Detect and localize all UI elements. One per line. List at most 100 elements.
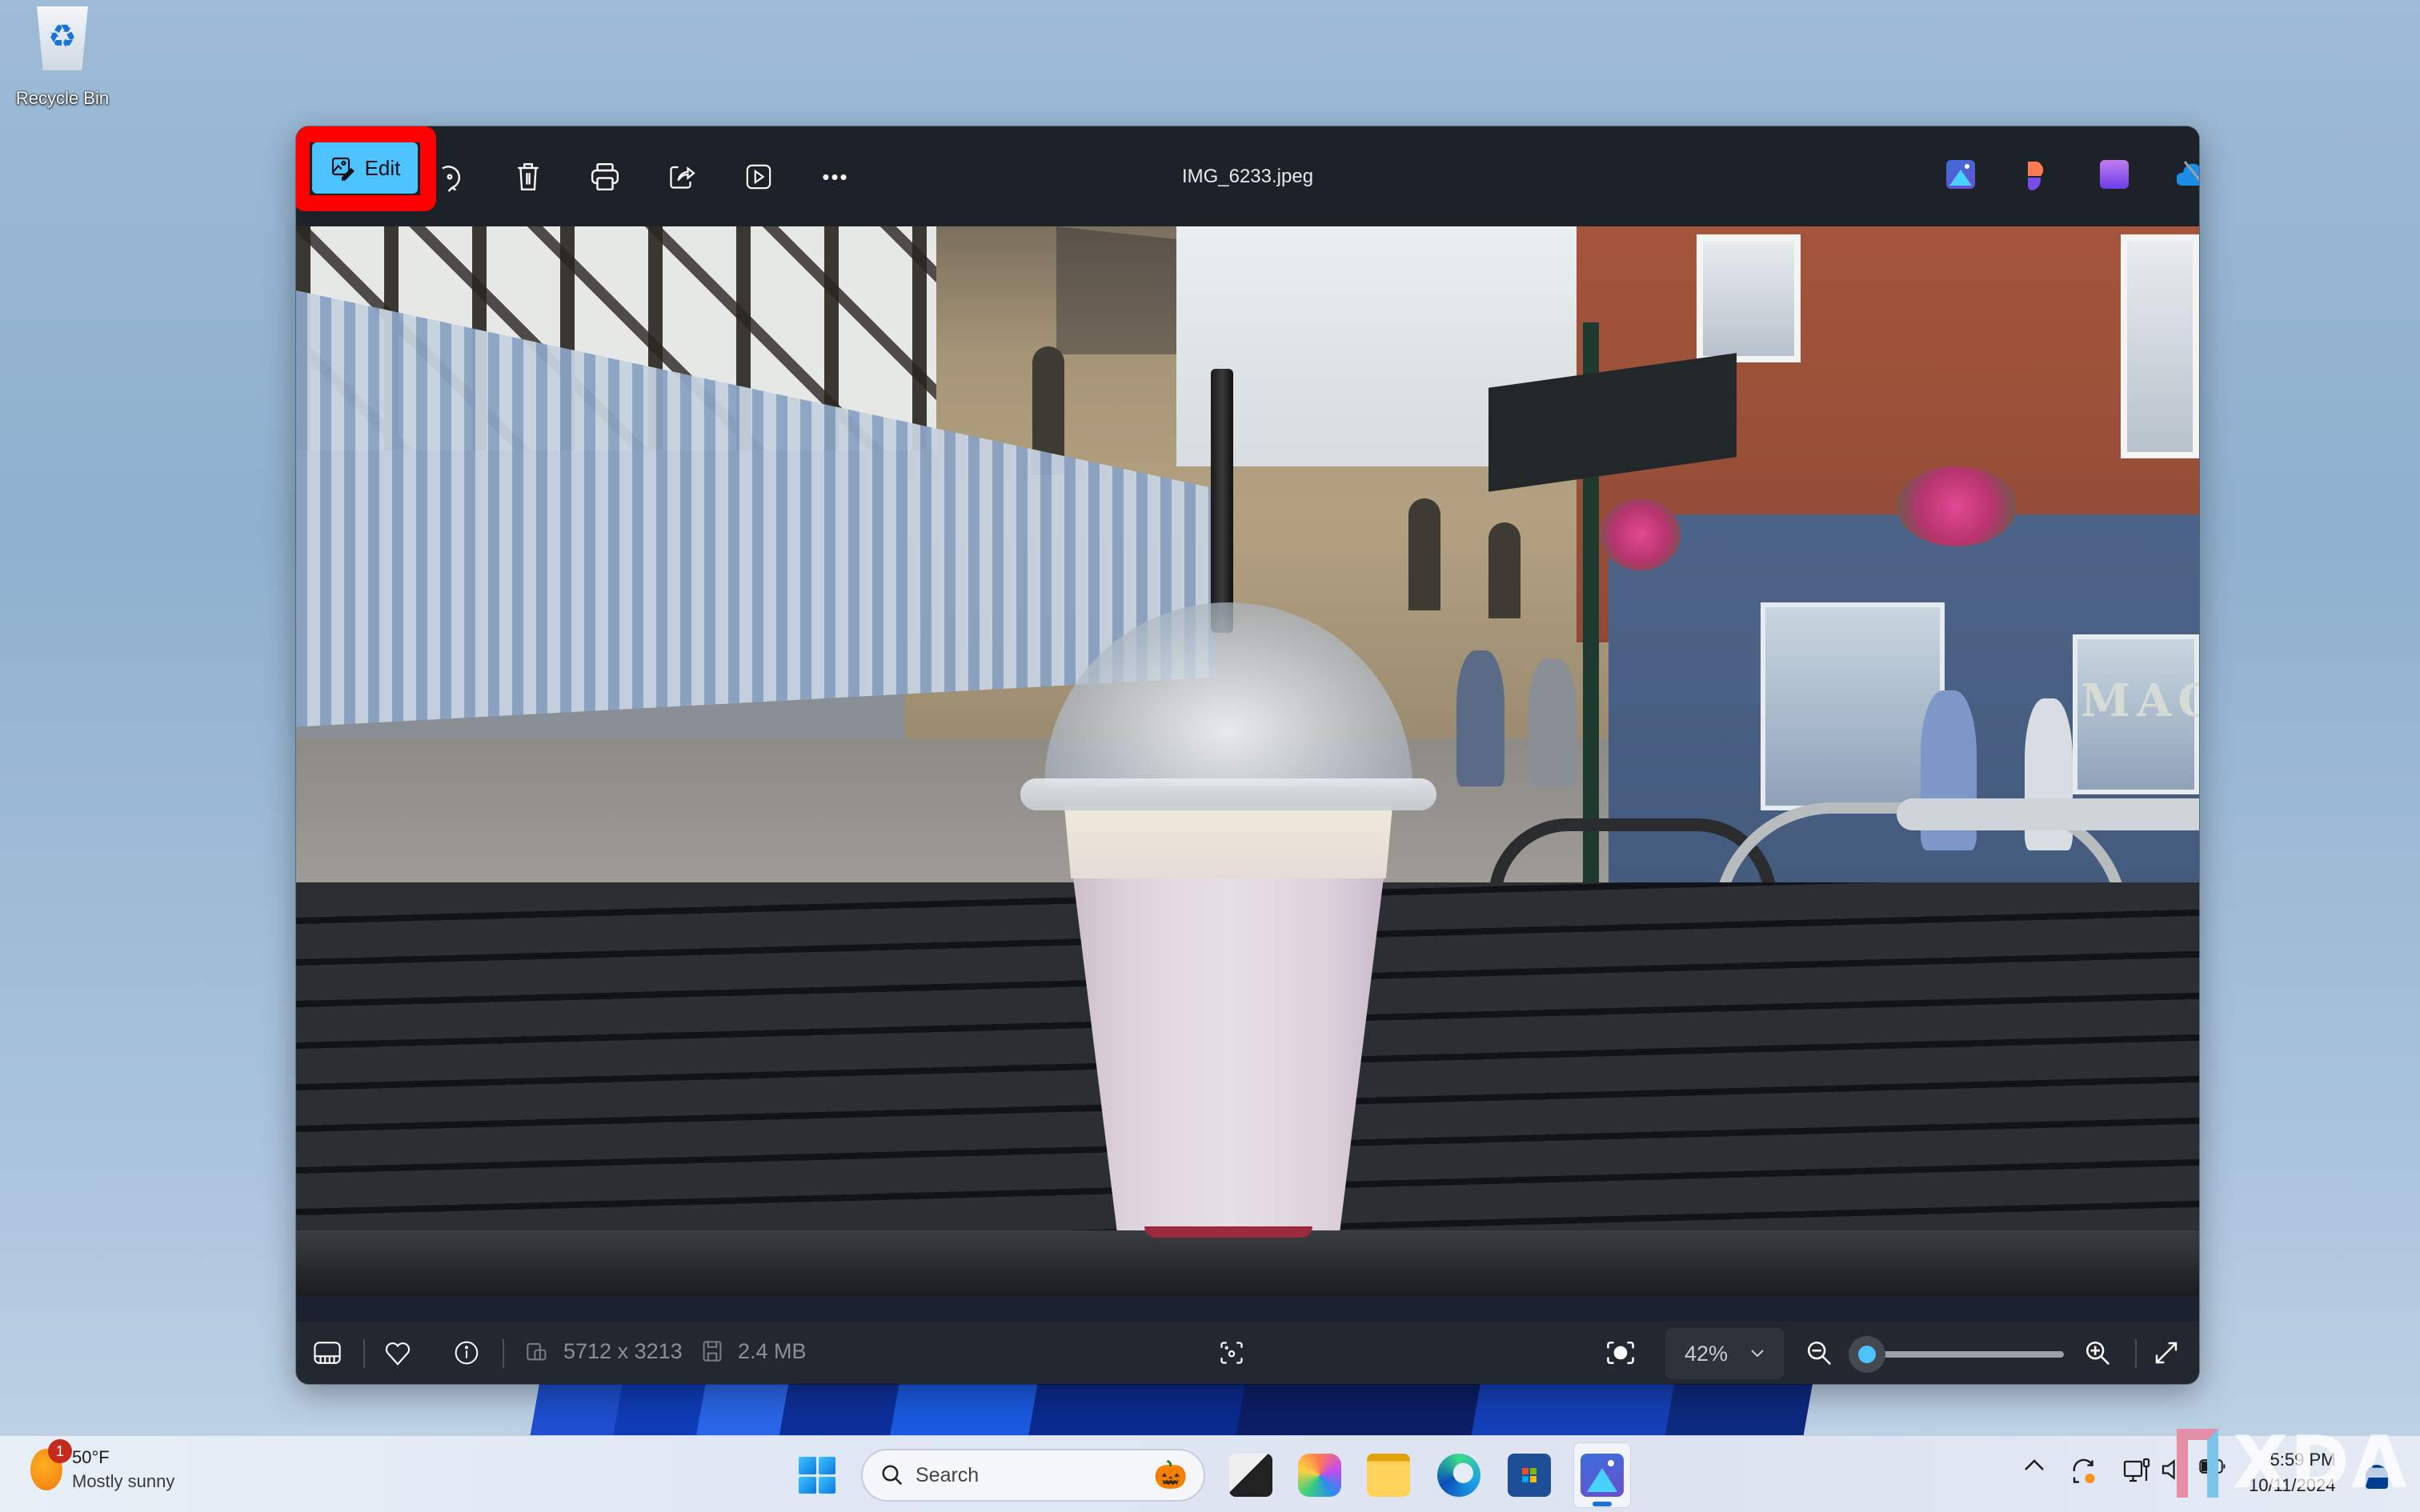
- weather-widget[interactable]: 1 50°F Mostly sunny: [30, 1439, 175, 1492]
- taskbar: 1 50°F Mostly sunny Search 🎃 5:59 PM 10/…: [0, 1435, 2420, 1512]
- rotate-icon: [435, 161, 464, 193]
- status-divider: [503, 1339, 504, 1368]
- recycle-bin-icon: ♻: [37, 6, 88, 70]
- visual-search-icon: [1220, 1341, 1244, 1365]
- taskbar-edge[interactable]: [1437, 1454, 1480, 1497]
- xda-logo-icon: [2177, 1429, 2218, 1498]
- ethernet-icon: [2122, 1457, 2151, 1486]
- filmstrip-icon: [314, 1341, 341, 1365]
- delete-button[interactable]: [496, 150, 560, 203]
- weather-icon: 1: [30, 1439, 72, 1490]
- photos-icon: [1581, 1454, 1624, 1497]
- edit-label: Edit: [364, 155, 401, 180]
- rotate-button[interactable]: [418, 150, 482, 203]
- photo-foam: [1064, 806, 1392, 878]
- fullscreen-button[interactable]: [2145, 1331, 2188, 1374]
- fit-to-window-button[interactable]: [1599, 1331, 1642, 1374]
- zoom-level-dropdown[interactable]: 42%: [1665, 1328, 1784, 1379]
- clipchamp-app-icon[interactable]: [2100, 160, 2129, 189]
- play-icon: [745, 163, 772, 190]
- show-hidden-icons-button[interactable]: [2023, 1457, 2045, 1473]
- more-icon: •••: [822, 164, 849, 189]
- taskbar-copilot[interactable]: [1298, 1454, 1341, 1497]
- windows-logo-icon: [818, 1457, 835, 1474]
- start-button[interactable]: [799, 1457, 835, 1494]
- desktop-icon-recycle-bin[interactable]: ♻ Recycle Bin: [6, 6, 118, 109]
- zoom-slider[interactable]: [1848, 1336, 2064, 1373]
- photo-table-background: [1897, 798, 2199, 830]
- printer-icon: [590, 162, 620, 191]
- fit-screen-icon: [1607, 1341, 1634, 1365]
- weather-temp: 50°F: [72, 1447, 110, 1467]
- photo-straw: [1211, 369, 1233, 633]
- photo-window: [1697, 234, 1801, 362]
- photo-strip: [296, 1296, 2199, 1322]
- photos-app-icon[interactable]: [1946, 160, 1975, 189]
- info-button[interactable]: [445, 1331, 488, 1374]
- network-status[interactable]: [2122, 1457, 2151, 1486]
- taskbar-search[interactable]: Search 🎃: [861, 1449, 1205, 1502]
- photos-window: IMG_6233.jpeg Edit ••• MA 5712 x 3213 2.…: [296, 126, 2199, 1384]
- title-bar: IMG_6233.jpeg Edit •••: [296, 126, 2199, 226]
- edit-image-icon: [330, 155, 355, 181]
- photo-person: [1529, 658, 1577, 786]
- photo-cup-rim: [1020, 778, 1436, 810]
- visual-search-button[interactable]: [1210, 1331, 1253, 1374]
- zoom-out-button[interactable]: [1797, 1331, 1841, 1374]
- photo-cup-base: [1144, 1226, 1312, 1238]
- photo-person: [1456, 650, 1504, 786]
- photo-flowers: [1601, 498, 1681, 570]
- share-icon: [667, 162, 696, 191]
- active-app-indicator: [1593, 1502, 1612, 1506]
- windows-logo-icon: [799, 1457, 816, 1474]
- taskbar-task-view[interactable]: [1229, 1454, 1272, 1497]
- heart-icon: [384, 1340, 411, 1366]
- photo-canvas[interactable]: MAG: [296, 226, 2199, 1296]
- info-icon: [454, 1340, 479, 1366]
- weather-desc: Mostly sunny: [72, 1471, 175, 1491]
- zoom-in-button[interactable]: [2076, 1331, 2119, 1374]
- zoom-out-icon: [1805, 1339, 1833, 1366]
- photo-table-edge: [296, 1230, 2199, 1296]
- taskbar-file-explorer[interactable]: [1367, 1454, 1410, 1497]
- share-button[interactable]: [650, 150, 714, 203]
- desktop-icon-label: Recycle Bin: [15, 88, 110, 108]
- search-placeholder: Search: [916, 1463, 980, 1486]
- edit-button[interactable]: Edit: [312, 142, 418, 194]
- fullscreen-icon: [2154, 1340, 2179, 1366]
- zoom-in-icon: [2084, 1339, 2111, 1366]
- taskbar-photos[interactable]: [1581, 1454, 1624, 1497]
- onedrive-offline-icon[interactable]: [2177, 160, 2199, 189]
- file-size: 2.4 MB: [738, 1339, 807, 1363]
- photo-window: [2121, 234, 2199, 458]
- weather-badge: 1: [48, 1439, 72, 1463]
- trash-icon: [515, 162, 541, 192]
- search-icon: [880, 1463, 904, 1487]
- chevron-up-icon: [2023, 1457, 2045, 1473]
- dimensions-icon: [527, 1341, 547, 1362]
- watermark-text: XDA: [2233, 1421, 2409, 1505]
- image-dimensions: 5712 x 3213: [563, 1339, 683, 1363]
- favorite-button[interactable]: [376, 1331, 419, 1374]
- zoom-level-value: 42%: [1685, 1341, 1729, 1366]
- chevron-down-icon: [1750, 1349, 1765, 1358]
- slideshow-button[interactable]: [727, 150, 791, 203]
- photo-window: [1761, 602, 1945, 810]
- zoom-slider-thumb[interactable]: [1848, 1336, 1885, 1373]
- photo-sign-text: MAG: [2081, 674, 2199, 727]
- designer-app-icon[interactable]: [2023, 160, 2052, 190]
- status-divider: [2135, 1339, 2137, 1368]
- print-button[interactable]: [573, 150, 637, 203]
- sync-icon: [2069, 1457, 2098, 1486]
- filmstrip-button[interactable]: [306, 1331, 349, 1374]
- photo-window: [1408, 498, 1440, 610]
- photo-flowers: [1897, 466, 2017, 546]
- pumpkin-icon: 🎃: [1153, 1460, 1188, 1490]
- more-button[interactable]: •••: [803, 150, 867, 203]
- sync-status[interactable]: [2069, 1457, 2098, 1486]
- windows-logo-icon: [799, 1476, 816, 1494]
- file-size-icon: [703, 1341, 722, 1362]
- photo-window: [1488, 522, 1521, 618]
- status-bar: 5712 x 3213 2.4 MB 42%: [296, 1322, 2199, 1384]
- taskbar-microsoft-store[interactable]: [1508, 1454, 1551, 1497]
